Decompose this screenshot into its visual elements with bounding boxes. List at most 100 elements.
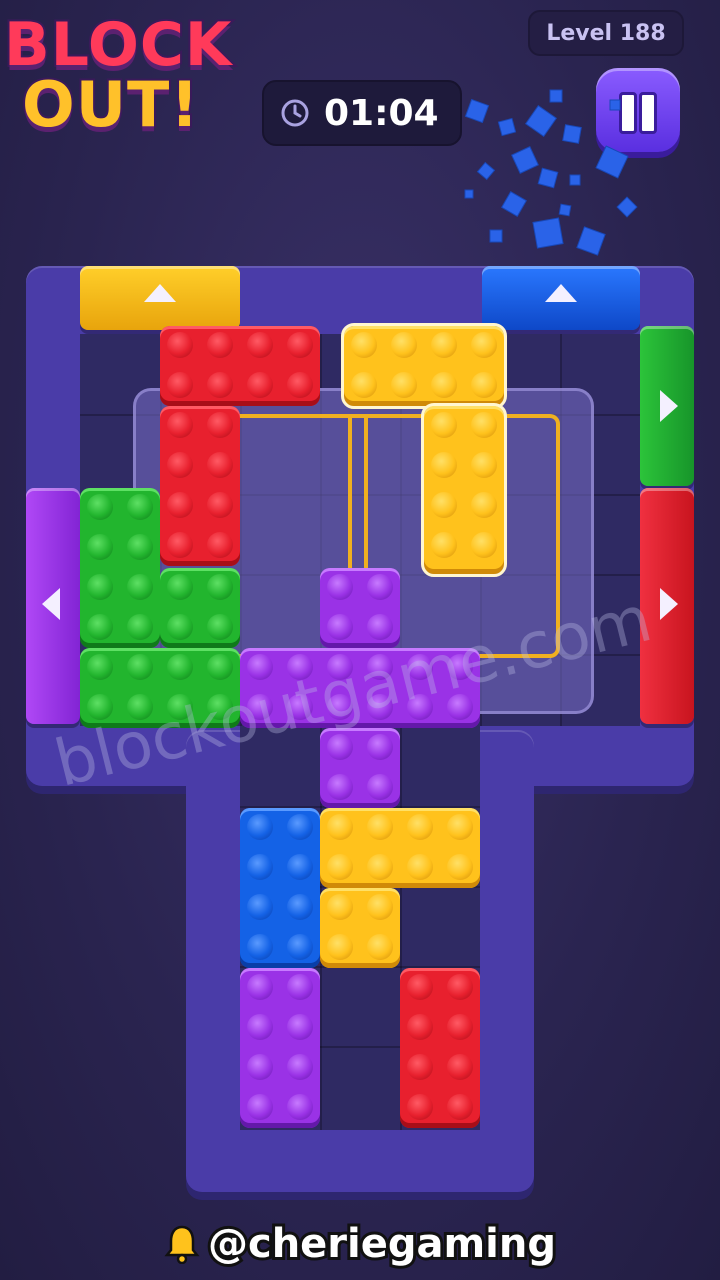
- block-stud: [207, 332, 233, 358]
- red-block-top[interactable]: [160, 326, 320, 406]
- block-stud: [127, 574, 153, 600]
- block-stud: [247, 974, 273, 1000]
- block-stud: [287, 372, 313, 398]
- block-stud: [367, 854, 393, 880]
- purple-cross-block[interactable]: [320, 568, 400, 648]
- block-stud: [127, 614, 153, 640]
- block-stud: [167, 452, 193, 478]
- block-stud: [327, 934, 353, 960]
- block-stud: [287, 854, 313, 880]
- purple-door-left[interactable]: [26, 488, 80, 724]
- block-stud: [407, 854, 433, 880]
- block-stud: [127, 494, 153, 520]
- block-stud: [247, 372, 273, 398]
- block-stud: [407, 1054, 433, 1080]
- block-stud: [287, 814, 313, 840]
- blue-block[interactable]: [240, 808, 320, 968]
- block-stud: [471, 332, 497, 358]
- block-stud: [167, 492, 193, 518]
- block-stud: [87, 654, 113, 680]
- block-stud: [447, 814, 473, 840]
- up-arrow-icon: [545, 284, 577, 302]
- red-door-right[interactable]: [640, 488, 694, 724]
- block-stud: [127, 654, 153, 680]
- block-stud: [247, 934, 273, 960]
- block-stud: [247, 814, 273, 840]
- bell-icon: [164, 1225, 200, 1264]
- block-stud: [447, 1014, 473, 1040]
- block-stud: [327, 734, 353, 760]
- block-stud: [87, 494, 113, 520]
- block-stud: [167, 654, 193, 680]
- yellow-block-top-part[interactable]: [421, 403, 507, 577]
- block-stud: [127, 534, 153, 560]
- block-stud: [287, 332, 313, 358]
- block-stud: [287, 974, 313, 1000]
- red-block-bottom[interactable]: [400, 968, 480, 1128]
- block-stud: [367, 894, 393, 920]
- block-stud: [431, 492, 457, 518]
- block-stud: [167, 574, 193, 600]
- block-stud: [391, 332, 417, 358]
- block-stud: [431, 452, 457, 478]
- block-stud: [471, 532, 497, 558]
- block-stud: [367, 934, 393, 960]
- block-stud: [471, 492, 497, 518]
- block-stud: [167, 332, 193, 358]
- block-stud: [87, 614, 113, 640]
- block-stud: [471, 372, 497, 398]
- yellow-door-top[interactable]: [80, 266, 240, 330]
- block-stud: [287, 1094, 313, 1120]
- block-stud: [287, 894, 313, 920]
- block-stud: [351, 372, 377, 398]
- block-stud: [207, 492, 233, 518]
- block-stud: [327, 614, 353, 640]
- block-stud: [407, 1014, 433, 1040]
- block-stud: [247, 854, 273, 880]
- block-stud: [247, 1014, 273, 1040]
- block-stud: [407, 1094, 433, 1120]
- purple-block-bottom[interactable]: [240, 968, 320, 1128]
- block-stud: [207, 574, 233, 600]
- yellow-block-top[interactable]: [341, 323, 507, 409]
- block-stud: [447, 974, 473, 1000]
- block-stud: [367, 774, 393, 800]
- block-stud: [327, 894, 353, 920]
- yellow-block-bottom[interactable]: [320, 808, 480, 888]
- block-stud: [247, 332, 273, 358]
- block-stud: [367, 734, 393, 760]
- block-stud: [287, 1054, 313, 1080]
- block-stud: [447, 854, 473, 880]
- block-stud: [431, 332, 457, 358]
- purple-cross-block-part[interactable]: [320, 728, 400, 808]
- block-stud: [471, 452, 497, 478]
- block-stud: [207, 372, 233, 398]
- green-block-part[interactable]: [160, 568, 240, 648]
- block-stud: [287, 934, 313, 960]
- block-stud: [431, 372, 457, 398]
- block-stud: [167, 532, 193, 558]
- block-stud: [327, 814, 353, 840]
- block-stud: [447, 1094, 473, 1120]
- block-stud: [407, 974, 433, 1000]
- block-stud: [391, 372, 417, 398]
- left-arrow-icon: [42, 588, 60, 620]
- creator-handle: @cheriegaming: [205, 1218, 559, 1270]
- right-arrow-icon: [660, 588, 678, 620]
- up-arrow-icon: [144, 284, 176, 302]
- block-stud: [367, 574, 393, 600]
- block-stud: [431, 532, 457, 558]
- block-stud: [431, 412, 457, 438]
- block-stud: [367, 614, 393, 640]
- block-stud: [327, 774, 353, 800]
- yellow-track-rail: [364, 414, 368, 574]
- green-door-right[interactable]: [640, 326, 694, 486]
- block-stud: [207, 614, 233, 640]
- right-arrow-icon: [660, 390, 678, 422]
- blue-door-top[interactable]: [482, 266, 640, 330]
- block-stud: [247, 1094, 273, 1120]
- yellow-block-bottom-part[interactable]: [320, 888, 400, 968]
- red-block-top-part[interactable]: [160, 406, 240, 566]
- green-block[interactable]: [80, 488, 160, 648]
- block-stud: [287, 1014, 313, 1040]
